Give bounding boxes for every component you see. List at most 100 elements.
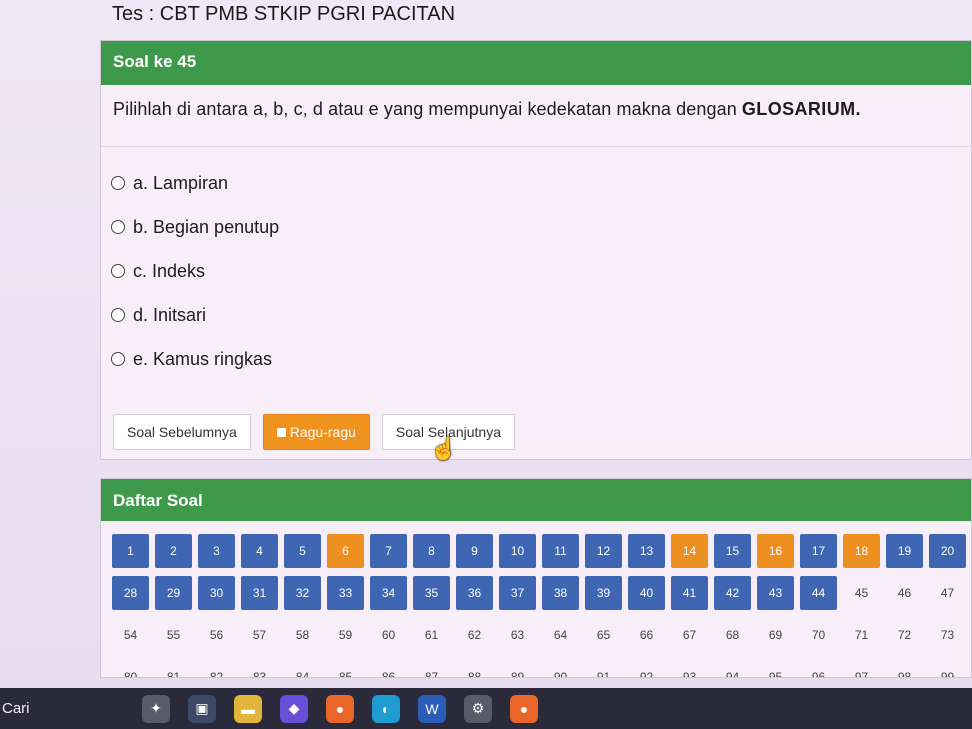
question-number-button[interactable]: 97 <box>843 660 880 677</box>
question-number-button[interactable]: 2 <box>155 534 192 568</box>
question-number-button[interactable]: 69 <box>757 618 794 652</box>
option-d[interactable]: d. Initsari <box>101 293 971 337</box>
question-number-button[interactable]: 6 <box>327 534 364 568</box>
question-number-button[interactable]: 12 <box>585 534 622 568</box>
question-number-button[interactable]: 89 <box>499 660 536 677</box>
question-number-button[interactable]: 95 <box>757 660 794 677</box>
radio-icon[interactable] <box>111 352 125 366</box>
question-number-button[interactable]: 83 <box>241 660 278 677</box>
question-number-button[interactable]: 28 <box>112 576 149 610</box>
question-number-button[interactable]: 19 <box>886 534 923 568</box>
taskbar-search[interactable]: Cari <box>2 700 142 717</box>
question-number-button[interactable]: 87 <box>413 660 450 677</box>
question-number-button[interactable]: 55 <box>155 618 192 652</box>
question-number-button[interactable]: 33 <box>327 576 364 610</box>
question-number-button[interactable]: 43 <box>757 576 794 610</box>
question-number-button[interactable]: 68 <box>714 618 751 652</box>
question-number-button[interactable]: 15 <box>714 534 751 568</box>
radio-icon[interactable] <box>111 264 125 278</box>
question-number-button[interactable]: 62 <box>456 618 493 652</box>
question-number-button[interactable]: 96 <box>800 660 837 677</box>
question-number-button[interactable]: 67 <box>671 618 708 652</box>
question-number-button[interactable]: 34 <box>370 576 407 610</box>
question-number-button[interactable]: 30 <box>198 576 235 610</box>
question-number-button[interactable]: 41 <box>671 576 708 610</box>
question-number-button[interactable]: 61 <box>413 618 450 652</box>
question-number-button[interactable]: 92 <box>628 660 665 677</box>
question-number-button[interactable]: 63 <box>499 618 536 652</box>
question-number-button[interactable]: 81 <box>155 660 192 677</box>
file-explorer-icon[interactable]: ▬ <box>234 694 262 723</box>
firefox-alt-icon[interactable]: ● <box>510 694 538 723</box>
question-number-button[interactable]: 32 <box>284 576 321 610</box>
question-number-button[interactable]: 72 <box>886 618 923 652</box>
question-number-button[interactable]: 47 <box>929 576 966 610</box>
edge-icon[interactable]: ◐ <box>372 694 400 723</box>
radio-icon[interactable] <box>111 220 125 234</box>
question-number-button[interactable]: 14 <box>671 534 708 568</box>
question-number-button[interactable]: 88 <box>456 660 493 677</box>
question-number-button[interactable]: 84 <box>284 660 321 677</box>
question-number-button[interactable]: 1 <box>112 534 149 568</box>
word-icon[interactable]: W <box>418 694 446 723</box>
question-number-button[interactable]: 39 <box>585 576 622 610</box>
question-number-button[interactable]: 5 <box>284 534 321 568</box>
question-number-button[interactable]: 56 <box>198 618 235 652</box>
question-number-button[interactable]: 57 <box>241 618 278 652</box>
radio-icon[interactable] <box>111 176 125 190</box>
question-number-button[interactable]: 98 <box>886 660 923 677</box>
question-number-button[interactable]: 44 <box>800 576 837 610</box>
option-b[interactable]: b. Begian penutup <box>101 205 971 249</box>
question-number-button[interactable]: 71 <box>843 618 880 652</box>
question-number-button[interactable]: 82 <box>198 660 235 677</box>
question-number-button[interactable]: 46 <box>886 576 923 610</box>
settings-icon[interactable]: ⚙ <box>464 694 492 723</box>
question-number-button[interactable]: 93 <box>671 660 708 677</box>
question-number-button[interactable]: 64 <box>542 618 579 652</box>
question-number-button[interactable]: 36 <box>456 576 493 610</box>
question-number-button[interactable]: 54 <box>112 618 149 652</box>
firefox-icon[interactable]: ● <box>326 694 354 723</box>
question-number-button[interactable]: 37 <box>499 576 536 610</box>
copilot-sparkle-icon[interactable]: ✦ <box>142 694 170 723</box>
question-number-button[interactable]: 59 <box>327 618 364 652</box>
question-number-button[interactable]: 35 <box>413 576 450 610</box>
question-number-button[interactable]: 99 <box>929 660 966 677</box>
question-number-button[interactable]: 38 <box>542 576 579 610</box>
question-number-button[interactable]: 18 <box>843 534 880 568</box>
question-number-button[interactable]: 13 <box>628 534 665 568</box>
question-number-button[interactable]: 80 <box>112 660 149 677</box>
option-e[interactable]: e. Kamus ringkas <box>101 337 971 381</box>
question-number-button[interactable]: 73 <box>929 618 966 652</box>
question-number-button[interactable]: 7 <box>370 534 407 568</box>
doubt-button[interactable]: Ragu-ragu <box>262 414 370 450</box>
question-number-button[interactable]: 29 <box>155 576 192 610</box>
previous-question-button[interactable]: Soal Sebelumnya <box>113 414 251 450</box>
option-a[interactable]: a. Lampiran <box>101 161 971 205</box>
question-number-button[interactable]: 17 <box>800 534 837 568</box>
radio-icon[interactable] <box>111 308 125 322</box>
question-number-button[interactable]: 86 <box>370 660 407 677</box>
question-number-button[interactable]: 90 <box>542 660 579 677</box>
question-number-button[interactable]: 9 <box>456 534 493 568</box>
question-number-button[interactable]: 40 <box>628 576 665 610</box>
question-number-button[interactable]: 42 <box>714 576 751 610</box>
question-number-button[interactable]: 31 <box>241 576 278 610</box>
question-number-button[interactable]: 58 <box>284 618 321 652</box>
question-number-button[interactable]: 10 <box>499 534 536 568</box>
question-number-button[interactable]: 11 <box>542 534 579 568</box>
question-number-button[interactable]: 91 <box>585 660 622 677</box>
copilot-app-icon[interactable]: ◆ <box>280 694 308 723</box>
question-number-button[interactable]: 66 <box>628 618 665 652</box>
question-number-button[interactable]: 45 <box>843 576 880 610</box>
question-number-button[interactable]: 85 <box>327 660 364 677</box>
question-number-button[interactable]: 8 <box>413 534 450 568</box>
question-number-button[interactable]: 3 <box>198 534 235 568</box>
task-view-icon[interactable]: ▣ <box>188 694 216 723</box>
question-number-button[interactable]: 70 <box>800 618 837 652</box>
question-number-button[interactable]: 20 <box>929 534 966 568</box>
question-number-button[interactable]: 94 <box>714 660 751 677</box>
option-c[interactable]: c. Indeks <box>101 249 971 293</box>
question-number-button[interactable]: 16 <box>757 534 794 568</box>
question-number-button[interactable]: 60 <box>370 618 407 652</box>
